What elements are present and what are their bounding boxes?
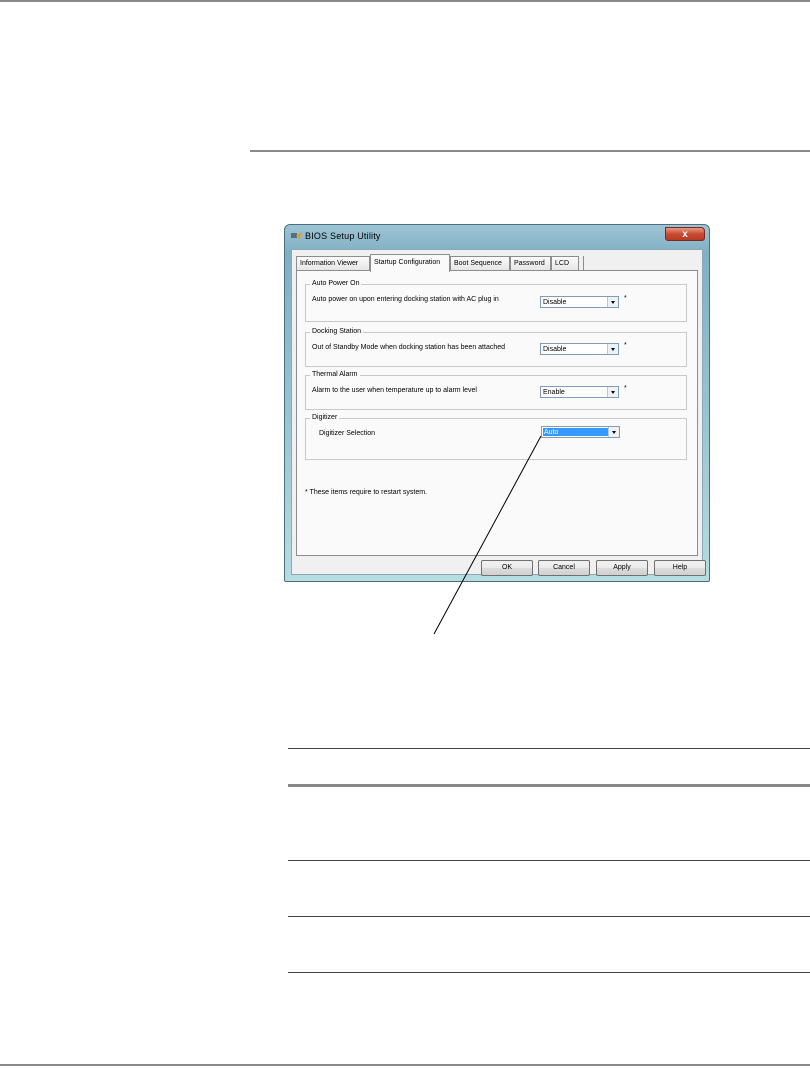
tab-startup-configuration[interactable]: Startup Configuration bbox=[370, 254, 450, 272]
callout-leader-line bbox=[433, 435, 542, 635]
